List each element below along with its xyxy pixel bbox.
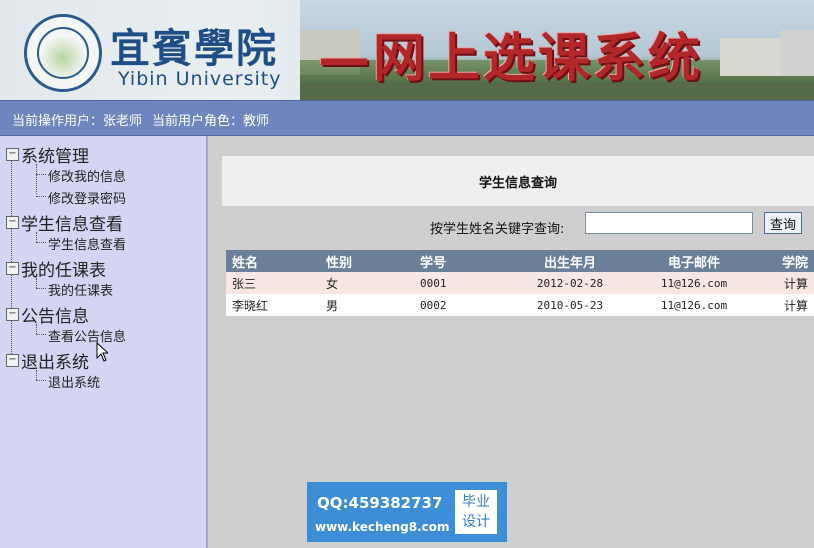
column-header-student-id[interactable]: 学号 <box>414 250 508 272</box>
tree-line <box>36 370 38 380</box>
cell-email: 11@126.com <box>632 272 756 294</box>
page-title: 学生信息查询 <box>478 176 557 191</box>
watermark-banner: QQ:459382737 www.kecheng8.com 毕业 设计 <box>307 482 507 542</box>
collapse-toggle-icon[interactable]: − <box>6 354 19 367</box>
menu-item-view-announcements[interactable]: 查看公告信息 <box>48 326 126 345</box>
search-label: 按学生姓名关键字查询: <box>430 222 565 237</box>
school-name-cn: 宜賓學院 <box>110 25 278 72</box>
badge-line: 设计 <box>462 514 490 530</box>
collapse-toggle-icon[interactable]: − <box>6 262 19 275</box>
sidebar-menu: − 系统管理 修改我的信息 修改登录密码 − 学生信息查看 学生信息查看 − 我… <box>0 136 208 548</box>
cell-student-id: 0001 <box>414 272 508 294</box>
column-header-college[interactable]: 学院 <box>756 250 814 272</box>
cell-gender: 女 <box>320 272 414 294</box>
column-header-gender[interactable]: 性别 <box>320 250 414 272</box>
user-status-bar: 当前操作用户：张老师 当前用户角色：教师 <box>0 100 814 136</box>
menu-group-label: 系统管理 <box>21 147 89 167</box>
menu-group-system[interactable]: − 系统管理 <box>6 142 89 167</box>
cell-name: 张三 <box>226 272 320 294</box>
cell-gender: 男 <box>320 294 414 316</box>
cell-college: 计算 <box>756 294 814 316</box>
mouse-pointer-icon <box>96 342 108 362</box>
tree-line <box>36 232 38 242</box>
cell-student-id: 0002 <box>414 294 508 316</box>
campus-building <box>780 30 814 76</box>
column-header-name[interactable]: 姓名 <box>226 250 320 272</box>
main-content: 学生信息查询 按学生姓名关键字查询: 查询 姓名 性别 学号 出生年月 电子邮件… <box>208 136 814 548</box>
watermark-site: www.kecheng8.com <box>315 520 450 534</box>
tree-line <box>36 288 46 289</box>
current-role-label: 当前用户角色：教师 <box>152 114 270 129</box>
search-input[interactable] <box>585 212 753 234</box>
menu-group-announcements[interactable]: − 公告信息 <box>6 302 89 327</box>
university-seal-icon <box>24 14 102 92</box>
table-header-row: 姓名 性别 学号 出生年月 电子邮件 学院 <box>226 250 814 272</box>
cell-name: 李晓红 <box>226 294 320 316</box>
watermark-qq: QQ:459382737 <box>317 494 443 512</box>
campus-building <box>720 38 780 76</box>
table-row[interactable]: 李晓红 男 0002 2010-05-23 11@126.com 计算 <box>226 294 814 316</box>
watermark-badge: 毕业 设计 <box>455 490 497 534</box>
column-header-email[interactable]: 电子邮件 <box>632 250 756 272</box>
menu-group-my-courses[interactable]: − 我的任课表 <box>6 256 106 281</box>
tree-line <box>36 334 46 335</box>
tree-line <box>36 380 46 381</box>
cell-birth: 2010-05-23 <box>508 294 632 316</box>
column-header-birth[interactable]: 出生年月 <box>508 250 632 272</box>
menu-item-change-password[interactable]: 修改登录密码 <box>48 188 126 207</box>
collapse-toggle-icon[interactable]: − <box>6 308 19 321</box>
school-name-en: Yibin University <box>118 68 282 90</box>
menu-group-label: 退出系统 <box>21 353 89 373</box>
menu-item-logout[interactable]: 退出系统 <box>48 372 100 391</box>
menu-group-logout[interactable]: − 退出系统 <box>6 348 89 373</box>
badge-line: 毕业 <box>462 494 490 510</box>
menu-group-label: 公告信息 <box>21 307 89 327</box>
cell-birth: 2012-02-28 <box>508 272 632 294</box>
tree-line <box>36 196 46 197</box>
system-title: —网上选课系统 <box>318 29 704 89</box>
cell-college: 计算 <box>756 272 814 294</box>
menu-item-view-students[interactable]: 学生信息查看 <box>48 234 126 253</box>
tree-line <box>36 324 38 334</box>
menu-item-edit-my-info[interactable]: 修改我的信息 <box>48 166 126 185</box>
current-user-label: 当前操作用户：张老师 <box>12 114 143 129</box>
menu-group-label: 我的任课表 <box>21 261 106 281</box>
table-row[interactable]: 张三 女 0001 2012-02-28 11@126.com 计算 <box>226 272 814 294</box>
tree-line <box>36 174 46 175</box>
tree-line <box>36 278 38 288</box>
tree-line <box>36 164 38 194</box>
header-banner: 宜賓學院 Yibin University —网上选课系统 <box>0 0 814 100</box>
cell-email: 11@126.com <box>632 294 756 316</box>
tree-line <box>36 242 46 243</box>
collapse-toggle-icon[interactable]: − <box>6 148 19 161</box>
collapse-toggle-icon[interactable]: − <box>6 216 19 229</box>
student-table: 姓名 性别 学号 出生年月 电子邮件 学院 张三 女 0001 2012-02-… <box>226 250 814 316</box>
menu-item-my-timetable[interactable]: 我的任课表 <box>48 280 113 299</box>
query-title-panel: 学生信息查询 <box>222 156 814 206</box>
menu-group-student-info[interactable]: − 学生信息查看 <box>6 210 123 235</box>
search-button[interactable]: 查询 <box>764 212 802 234</box>
